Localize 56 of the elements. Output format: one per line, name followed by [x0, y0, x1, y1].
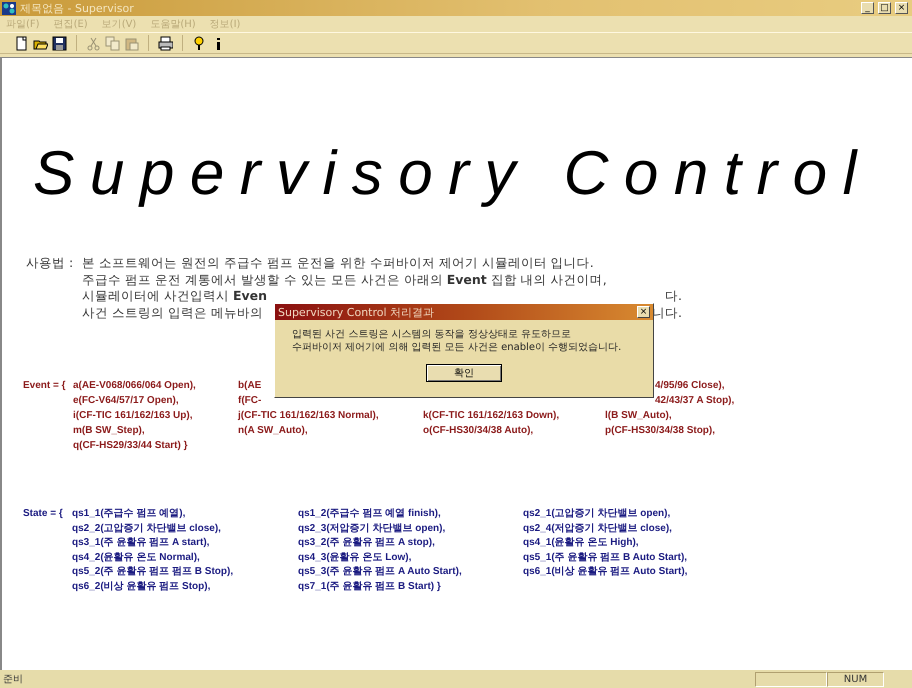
event-text: b(AE — [238, 379, 262, 393]
event-text: j(CF-TIC 161/162/163 Normal), — [238, 409, 380, 423]
state-text: qs7_1(주 윤활유 펌프 B Start) } — [298, 580, 442, 594]
state-text: qs4_2(윤활유 온도 Normal), — [72, 550, 201, 564]
state-text: qs1_2(주급수 펌프 예열 finish), — [298, 507, 442, 521]
event-text: 42/43/37 A Stop), — [654, 394, 736, 408]
dialog-message: 수퍼바이저 제어기에 의해 입력된 모든 사건은 enable이 수행되었습니다. — [292, 341, 622, 354]
window-title: 제목없음 - Supervisor — [20, 0, 135, 16]
event-text: e(FC-V64/57/17 Open), — [73, 394, 180, 408]
usage-text: 본 소프트웨어는 원전의 주급수 펌프 운전을 위한 수퍼바이저 제어기 시뮬레이터 입니다. — [82, 255, 594, 272]
app-icon — [2, 2, 16, 14]
event-label: Event = { — [23, 379, 67, 393]
state-text: qs5_2(주 윤활유 펌프 펌프 B Stop), — [72, 565, 234, 579]
event-text: 4/95/96 Close), — [654, 379, 726, 393]
window-control-button[interactable]: × — [895, 2, 908, 14]
state-text: qs4_1(윤활유 온도 High), — [523, 536, 640, 550]
num-lock-indicator: NUM — [827, 672, 884, 686]
event-text: k(CF-TIC 161/162/163 Down), — [423, 409, 560, 423]
usage-text: 주급수 펌프 운전 계통에서 발생할 수 있는 모든 사건은 아래의 Event 집합 내의 사건이며, — [82, 272, 607, 288]
ok-button[interactable]: 확인 — [426, 364, 502, 382]
event-text: f(FC- — [238, 394, 262, 408]
state-text: qs2_4(저압증기 차단밸브 close), — [523, 522, 673, 536]
state-text: qs5_3(주 윤활유 펌프 A Auto Start), — [298, 565, 463, 579]
window-control-button[interactable]: □ — [878, 2, 891, 14]
event-text: q(CF-HS29/33/44 Start) } — [73, 439, 188, 453]
heading: Supervisory Control — [33, 138, 872, 209]
usage-text: 다. — [665, 288, 682, 304]
dialog-message: 입력된 사건 스트링은 시스템의 동작을 정상상태로 유도하므로 — [292, 328, 572, 341]
event-text: a(AE-V068/066/064 Open), — [73, 379, 197, 393]
state-text: qs2_3(저압증기 차단밸브 open), — [298, 522, 446, 536]
state-label: State = { — [23, 507, 64, 521]
state-text: qs2_2(고압증기 차단밸브 close), — [72, 522, 222, 536]
usage-text: 시뮬레이터에 사건입력시 Even — [82, 288, 268, 304]
event-text: n(A SW_Auto), — [238, 424, 309, 438]
usage-text: 사건 스트링의 입력은 메뉴바의 — [82, 304, 263, 321]
state-text: qs1_1(주급수 펌프 예열), — [72, 507, 186, 521]
state-text: qs4_3(윤활유 온도 Low), — [298, 550, 412, 564]
new-file-icon[interactable] — [14, 36, 29, 50]
close-button[interactable]: × — [637, 306, 650, 318]
event-text: o(CF-HS30/34/38 Auto), — [423, 424, 534, 438]
state-text: qs2_1(고압증기 차단밸브 open), — [523, 507, 672, 521]
event-text: p(CF-HS30/34/38 Stop), — [605, 424, 716, 438]
status-text: 준비 — [3, 674, 23, 685]
printer-icon[interactable] — [158, 36, 173, 50]
state-text: qs3_2(주 윤활유 펌프 A stop), — [298, 536, 436, 550]
event-text: m(B SW_Step), — [73, 424, 146, 438]
state-text: qs6_2(비상 윤활유 펌프 Stop), — [72, 580, 212, 594]
window-control-button[interactable]: _ — [861, 2, 874, 14]
dialog-title: Supervisory Control 처리결과 — [278, 304, 436, 320]
state-text: qs5_1(주 윤활유 펌프 B Auto Start), — [523, 550, 688, 564]
event-text: i(CF-TIC 161/162/163 Up), — [73, 409, 194, 423]
status-pane — [755, 672, 827, 686]
event-text: l(B SW_Auto), — [605, 409, 673, 423]
usage-label: 사용법 : — [26, 255, 74, 272]
state-text: qs3_1(주 윤활유 펌프 A start), — [72, 536, 210, 550]
state-text: qs6_1(비상 윤활유 펌프 Auto Start), — [523, 565, 688, 579]
